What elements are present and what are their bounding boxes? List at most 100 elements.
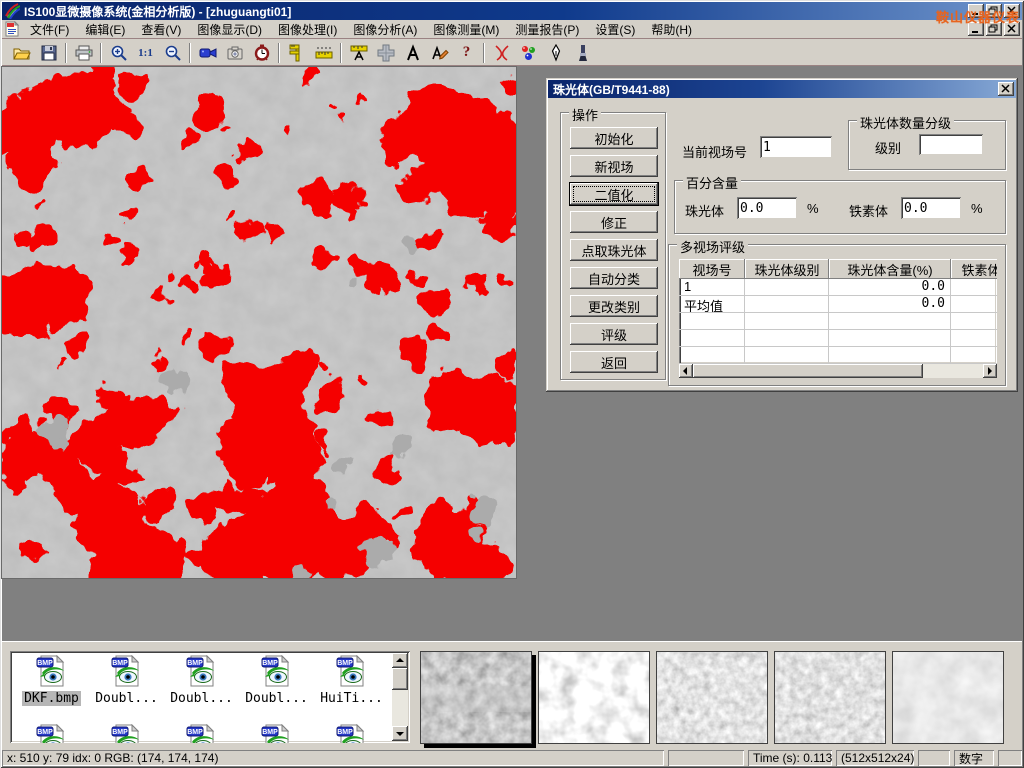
thumbnail-5[interactable]	[892, 651, 1004, 744]
file-item[interactable]: BMP	[89, 724, 164, 743]
dialog-body: 操作 初始化 新视场 二值化 修正 点取珠光体 自动分类 更改类别 评级 返回 …	[548, 98, 1016, 390]
menu-image-analysis[interactable]: 图像分析(A)	[345, 19, 425, 40]
thumbnail-4[interactable]	[774, 651, 886, 744]
scroll-left-button[interactable]	[679, 364, 693, 378]
change-class-button[interactable]: 更改类别	[570, 295, 658, 317]
toolbar: 1:1 ?	[2, 40, 1022, 66]
dialog-close-button[interactable]	[998, 82, 1014, 96]
scroll-right-button[interactable]	[983, 364, 997, 378]
new-field-button[interactable]: 新视场	[570, 155, 658, 177]
vernier-caliper-icon	[288, 44, 306, 62]
table-row-empty	[679, 313, 997, 330]
zoom-out-button[interactable]	[159, 41, 186, 65]
cell-ferrite	[951, 296, 997, 313]
table-row[interactable]: 1 0.0	[679, 279, 997, 296]
open-file-button[interactable]	[8, 41, 35, 65]
current-field-input[interactable]	[760, 136, 832, 158]
percent-group-label: 百分含量	[683, 173, 741, 192]
file-vertical-scrollbar[interactable]	[392, 653, 408, 741]
scrollbar-thumb[interactable]	[392, 668, 408, 690]
document-system-icon[interactable]	[4, 21, 20, 37]
table-row[interactable]: 平均值 0.0	[679, 296, 997, 313]
pearlite-dialog: 珠光体(GB/T9441-88) 操作 初始化 新视场 二值化 修正 点取珠光体…	[546, 78, 1018, 392]
snapshot-button[interactable]	[221, 41, 248, 65]
file-item-doubl2[interactable]: BMP Doubl...	[164, 655, 239, 706]
ferrite-percent-input[interactable]	[901, 197, 961, 219]
thumbnail-3[interactable]	[656, 651, 768, 744]
menu-edit[interactable]: 编辑(E)	[77, 19, 133, 40]
menu-help[interactable]: 帮助(H)	[643, 19, 700, 40]
menu-file[interactable]: 文件(F)	[22, 19, 77, 40]
thumbnail-2[interactable]	[538, 651, 650, 744]
file-item-doubl3[interactable]: BMP Doubl...	[239, 655, 314, 706]
bmp-file-icon: BMP	[186, 724, 218, 743]
measure-annotate-button[interactable]	[345, 41, 372, 65]
menu-image-processing[interactable]: 图像处理(I)	[270, 19, 345, 40]
rating-table-header: 视场号 珠光体级别 珠光体含量(%) 铁素体	[679, 259, 997, 279]
scroll-up-button[interactable]	[392, 653, 408, 668]
menu-settings[interactable]: 设置(S)	[587, 19, 643, 40]
init-button[interactable]: 初始化	[570, 127, 658, 149]
file-item[interactable]: BMP	[164, 724, 239, 743]
svg-text:BMP: BMP	[187, 660, 203, 667]
zoom-in-button[interactable]	[105, 41, 132, 65]
grade-group: 珠光体数量分级 级别	[848, 120, 1006, 170]
help-button[interactable]: ?	[453, 41, 480, 65]
text-edit-button[interactable]	[426, 41, 453, 65]
table-horizontal-scrollbar[interactable]	[679, 364, 997, 378]
correct-button[interactable]: 修正	[570, 211, 658, 233]
title-bar: IS100显微摄像系统(金相分析版) - [zhuguangti01]	[2, 2, 1022, 20]
scrollbar-thumb[interactable]	[693, 364, 923, 378]
file-browser[interactable]: BMP DKF.bmp BMP Doubl... BMP Doubl... BM…	[10, 651, 410, 743]
print-button[interactable]	[70, 41, 97, 65]
video-capture-button[interactable]	[194, 41, 221, 65]
header-pearlite-content: 珠光体含量(%)	[829, 259, 951, 279]
bmp-file-icon: BMP	[36, 655, 68, 690]
file-item-doubl1[interactable]: BMP Doubl...	[89, 655, 164, 706]
return-button[interactable]: 返回	[570, 351, 658, 373]
zoom-one-to-one-button[interactable]: 1:1	[132, 41, 159, 65]
grade-input[interactable]	[919, 134, 983, 155]
binarize-button[interactable]: 二值化	[570, 183, 658, 205]
bmp-file-icon: BMP	[186, 655, 218, 690]
thumbnail-1[interactable]	[420, 651, 532, 744]
pick-pearlite-button[interactable]: 点取珠光体	[570, 239, 658, 261]
header-ferrite: 铁素体	[951, 259, 997, 279]
auto-classify-button[interactable]: 自动分类	[570, 267, 658, 289]
file-item-huiti[interactable]: BMP HuiTi...	[314, 655, 389, 706]
ferrite-percent-sign: %	[971, 201, 983, 216]
ruler-measure-button[interactable]	[310, 41, 337, 65]
pearlite-label: 珠光体	[685, 201, 724, 220]
metallograph-image-canvas[interactable]	[2, 67, 516, 578]
file-row-partial: BMP BMP BMP BMP BMP	[14, 724, 390, 743]
file-item[interactable]: BMP	[14, 724, 89, 743]
svg-text:BMP: BMP	[112, 660, 128, 667]
file-item-dkf[interactable]: BMP DKF.bmp	[14, 655, 89, 706]
curve-tool-button[interactable]	[488, 41, 515, 65]
fill-tool-button[interactable]	[569, 41, 596, 65]
menu-image-measure[interactable]: 图像测量(M)	[425, 19, 507, 40]
save-button[interactable]	[35, 41, 62, 65]
table-row-empty	[679, 347, 997, 364]
dialog-title-bar[interactable]: 珠光体(GB/T9441-88)	[548, 80, 1016, 98]
pen-tool-button[interactable]	[542, 41, 569, 65]
rate-button[interactable]: 评级	[570, 323, 658, 345]
caliper-measure-button[interactable]	[283, 41, 310, 65]
menu-measure-report[interactable]: 测量报告(P)	[507, 19, 587, 40]
pearlite-percent-input[interactable]	[737, 197, 797, 219]
grid-tool-button[interactable]	[372, 41, 399, 65]
timer-clock-icon	[253, 44, 271, 62]
file-item[interactable]: BMP	[239, 724, 314, 743]
menu-image-display[interactable]: 图像显示(D)	[189, 19, 270, 40]
rating-table[interactable]: 视场号 珠光体级别 珠光体含量(%) 铁素体 1 0.0 平均值	[679, 259, 997, 364]
header-field-no: 视场号	[679, 259, 745, 279]
text-tool-button[interactable]	[399, 41, 426, 65]
menu-view[interactable]: 查看(V)	[133, 19, 189, 40]
table-row-empty	[679, 330, 997, 347]
file-item[interactable]: BMP	[314, 724, 389, 743]
mode-panel: 数字	[954, 750, 994, 766]
help-question-icon: ?	[463, 44, 471, 61]
classify-points-button[interactable]	[515, 41, 542, 65]
timer-button[interactable]	[248, 41, 275, 65]
scroll-down-button[interactable]	[392, 726, 408, 741]
